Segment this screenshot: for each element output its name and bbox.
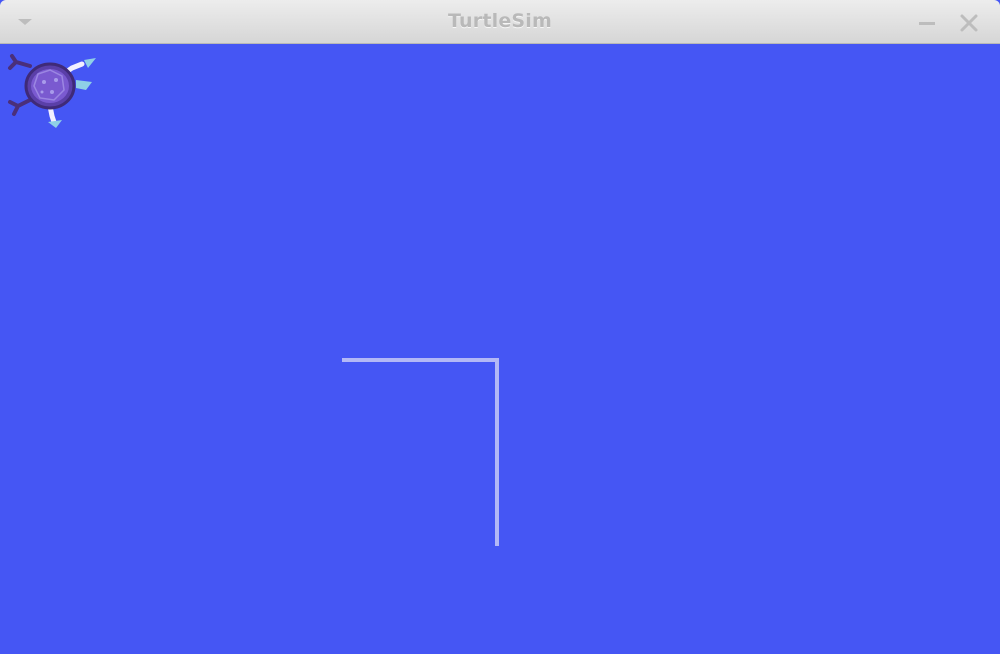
title-bar[interactable]: TurtleSim: [0, 0, 1000, 44]
turtle-icon: [8, 54, 96, 128]
close-button[interactable]: [958, 12, 980, 34]
pen-trail: [342, 358, 499, 546]
window-title: TurtleSim: [447, 10, 553, 32]
trail-line: [342, 358, 499, 546]
turtlesim-window: TurtleSim: [0, 0, 1000, 654]
close-icon: [960, 14, 978, 32]
minimize-button[interactable]: [916, 12, 938, 34]
simulation-canvas: [0, 44, 1000, 654]
minimize-icon: [919, 22, 935, 25]
